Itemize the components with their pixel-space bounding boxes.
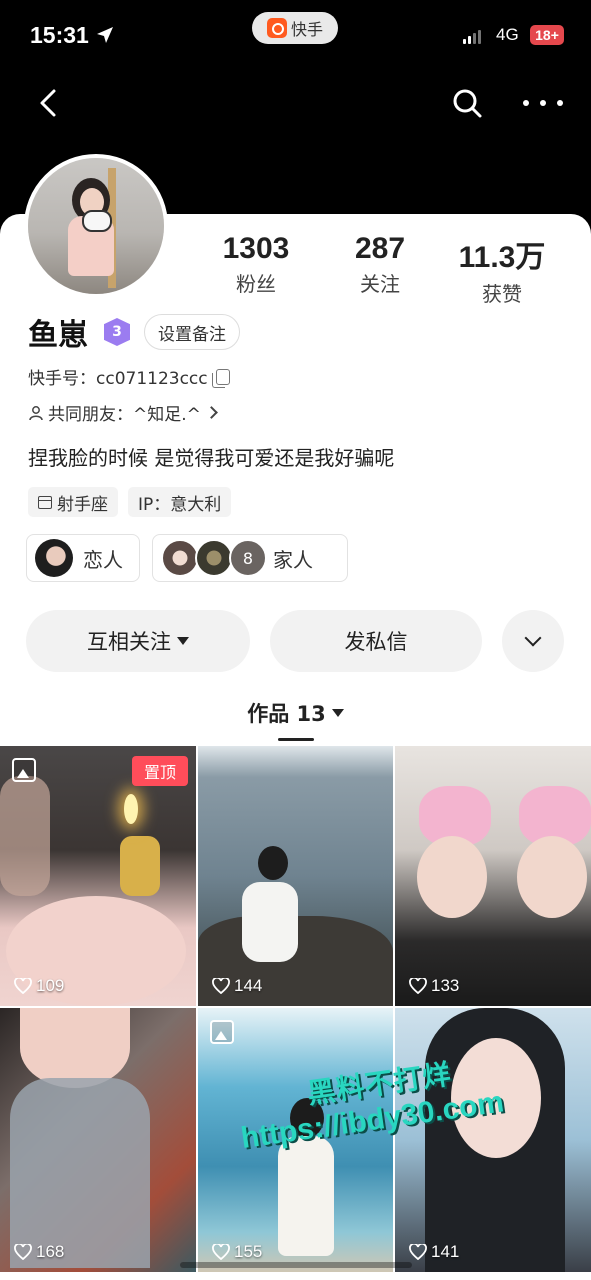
calendar-icon — [38, 495, 52, 509]
network-type: 4G — [496, 25, 519, 44]
chevron-down-icon — [524, 629, 542, 647]
caret-down-icon — [177, 637, 189, 645]
lover-avatar — [35, 539, 73, 577]
pinned-badge: 置顶 — [132, 756, 188, 786]
post-tile[interactable]: 144 — [198, 746, 393, 1006]
more-icon[interactable] — [523, 90, 563, 116]
post-likes: 141 — [409, 1242, 459, 1262]
post-likes: 155 — [212, 1242, 262, 1262]
stat-fans-value: 1303 — [222, 232, 290, 265]
home-indicator[interactable] — [180, 1262, 412, 1268]
post-likes: 168 — [14, 1242, 64, 1262]
stat-fans-label: 粉丝 — [236, 272, 276, 296]
set-remark-button[interactable]: 设置备注 — [144, 314, 240, 350]
post-likes: 133 — [409, 976, 459, 996]
kuaishou-logo-icon — [266, 18, 287, 38]
post-likes-count: 144 — [234, 976, 263, 995]
heart-icon — [409, 978, 427, 994]
heart-icon — [14, 1244, 32, 1260]
send-message-button[interactable]: 发私信 — [270, 610, 482, 672]
mutual-follow-button[interactable]: 互相关注 — [26, 610, 250, 672]
kwai-id-row: 快手号：cc071123ccc — [28, 364, 230, 389]
search-icon[interactable] — [450, 86, 484, 120]
name-row: 鱼崽 3 设置备注 — [28, 312, 240, 353]
tag-ip: IP：意大利 — [128, 487, 232, 517]
avatar[interactable] — [24, 154, 168, 298]
kwai-id: 快手号：cc071123ccc — [28, 369, 208, 389]
app-indicator[interactable]: 快手 — [252, 12, 338, 44]
tab-works-label: 作品 13 — [247, 702, 326, 726]
family-count: 8 — [229, 539, 267, 577]
person-icon — [29, 405, 43, 420]
app-indicator-label: 快手 — [290, 20, 323, 39]
relations-row: 恋人 8 家人 — [26, 534, 348, 582]
signal-icon — [463, 30, 481, 44]
level-badge-icon[interactable]: 3 — [104, 318, 130, 346]
stat-fans[interactable]: 1303 粉丝 — [216, 232, 296, 297]
stat-likes-label: 获赞 — [482, 282, 522, 306]
photo-icon — [210, 1020, 234, 1044]
tag-zodiac-label: 射手座 — [57, 494, 108, 515]
stat-following[interactable]: 287 关注 — [342, 232, 418, 297]
family-avatar — [161, 539, 199, 577]
heart-icon — [14, 978, 32, 994]
mutual-friends-text: 共同朋友：^知足.^ — [48, 405, 201, 425]
caret-down-icon — [331, 709, 344, 717]
profile-bio: 捏我脸的时候 是觉得我可爱还是我好骗呢 — [28, 446, 395, 470]
tag-ip-label: IP：意大利 — [138, 494, 222, 515]
relation-lover[interactable]: 恋人 — [26, 534, 140, 582]
copy-icon[interactable] — [211, 368, 230, 388]
relation-family[interactable]: 8 家人 — [152, 534, 348, 582]
photo-icon — [12, 758, 36, 782]
battery-icon: 18+ — [530, 25, 564, 45]
stat-likes-value: 11.3万 — [458, 241, 546, 274]
post-likes-count: 109 — [36, 976, 65, 995]
post-likes-count: 133 — [431, 976, 460, 995]
back-icon[interactable] — [32, 85, 68, 121]
mutual-follow-label: 互相关注 — [87, 630, 171, 654]
profile-actions: 互相关注 发私信 — [26, 610, 566, 674]
heart-icon — [409, 1244, 427, 1260]
stat-following-value: 287 — [354, 232, 406, 265]
tag-zodiac: 射手座 — [28, 487, 118, 517]
relation-family-label: 家人 — [273, 547, 313, 572]
stat-following-label: 关注 — [360, 272, 400, 296]
location-arrow-icon — [97, 27, 113, 43]
family-avatars: 8 — [161, 539, 267, 577]
family-avatar — [195, 539, 233, 577]
tab-works[interactable]: 作品 13 — [0, 698, 591, 728]
post-likes: 109 — [14, 976, 64, 996]
post-likes-count: 155 — [234, 1242, 263, 1261]
post-tile[interactable]: 168 — [0, 1008, 196, 1272]
works-grid: 置顶 109 144 133 168 155 141 — [0, 746, 591, 1280]
post-likes: 144 — [212, 976, 262, 996]
tab-underline — [278, 738, 314, 741]
heart-icon — [212, 978, 230, 994]
heart-icon — [212, 1244, 230, 1260]
profile-name: 鱼崽 — [28, 318, 88, 353]
relation-lover-label: 恋人 — [83, 547, 123, 572]
chevron-right-icon — [205, 406, 218, 419]
status-bar: 15:31 快手 4G 18+ — [0, 0, 591, 72]
post-likes-count: 141 — [431, 1242, 460, 1261]
mutual-friends-row[interactable]: 共同朋友：^知足.^ — [28, 400, 218, 425]
profile-tags: 射手座 IP：意大利 — [28, 487, 232, 517]
send-message-label: 发私信 — [344, 630, 408, 654]
post-tile[interactable]: 133 — [395, 746, 591, 1006]
post-tile[interactable]: 置顶 109 — [0, 746, 196, 1006]
stat-likes[interactable]: 11.3万 获赞 — [456, 232, 548, 307]
expand-button[interactable] — [502, 610, 564, 672]
status-time: 15:31 — [30, 22, 89, 48]
profile-stats: 1303 粉丝 287 关注 11.3万 获赞 — [200, 232, 591, 306]
post-likes-count: 168 — [36, 1242, 65, 1261]
